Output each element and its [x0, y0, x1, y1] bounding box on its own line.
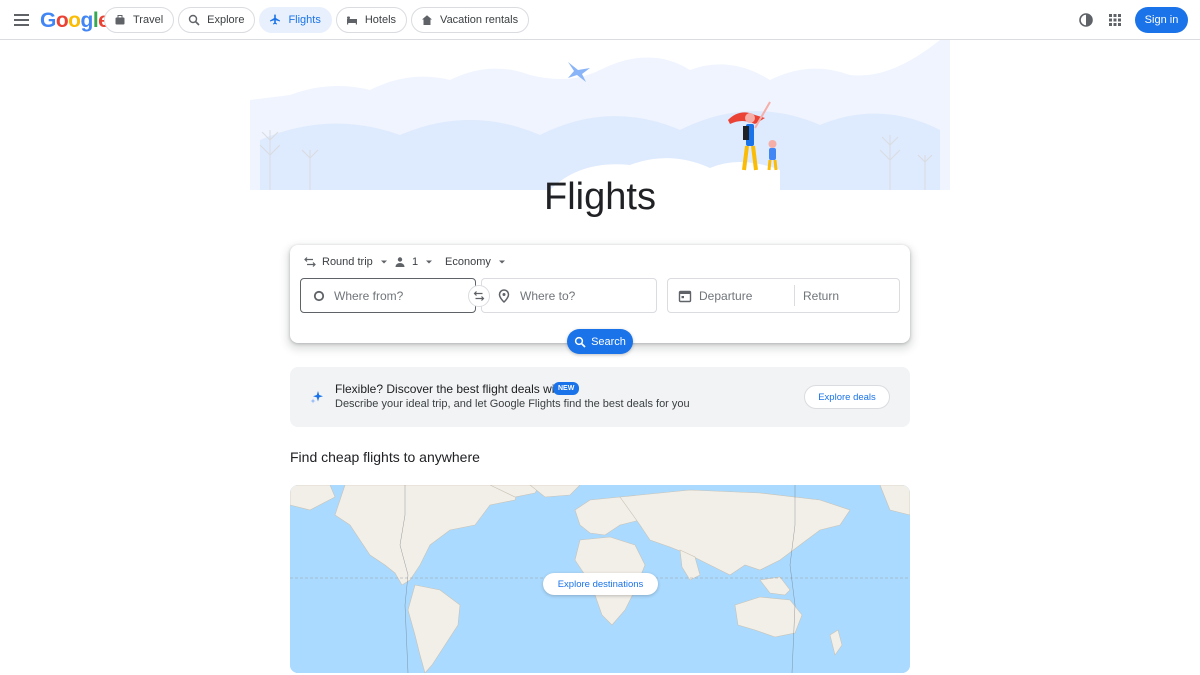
house-icon: [420, 13, 434, 27]
nav-tab-hotels[interactable]: Hotels: [335, 7, 408, 33]
cheap-flights-heading: Find cheap flights to anywhere: [290, 449, 480, 465]
ai-banner-title: Flexible? Discover the best flight deals…: [335, 382, 579, 396]
nav-tab-label: Travel: [133, 14, 164, 26]
location-pin-icon: [498, 288, 514, 303]
top-bar: Google Travel Explore Flights Hotels Vac…: [0, 0, 1200, 40]
ai-banner-description: Describe your ideal trip, and let Google…: [335, 398, 690, 410]
main-menu-icon[interactable]: [10, 8, 34, 32]
new-badge: NEW: [553, 382, 580, 395]
bed-icon: [345, 13, 359, 27]
theme-toggle-icon[interactable]: [1076, 10, 1096, 30]
page-title: Flights: [544, 176, 656, 218]
cabin-class-value: Economy: [445, 256, 491, 268]
sign-in-button[interactable]: Sign in: [1135, 7, 1188, 33]
ai-deals-banner: Flexible? Discover the best flight deals…: [290, 367, 910, 427]
date-range-picker: Departure Return: [667, 278, 900, 313]
google-logo[interactable]: Google: [40, 9, 110, 33]
passenger-count: 1: [412, 256, 419, 268]
destination-input[interactable]: Where to?: [481, 278, 657, 313]
departure-date-input[interactable]: Departure: [668, 279, 794, 312]
nav-tab-label: Hotels: [364, 14, 397, 26]
explore-deals-button[interactable]: Explore deals: [804, 385, 890, 409]
plane-icon: [268, 13, 282, 27]
origin-placeholder: Where from?: [334, 288, 404, 303]
search-icon: [574, 336, 586, 348]
nav-tab-flights[interactable]: Flights: [259, 7, 332, 33]
chevron-down-icon: [380, 260, 387, 264]
origin-circle-icon: [312, 289, 328, 303]
destination-placeholder: Where to?: [520, 288, 576, 303]
return-date-input[interactable]: Return: [795, 279, 899, 312]
hero-illustration: [250, 40, 950, 190]
search-button[interactable]: Search: [567, 329, 633, 354]
nav-tab-label: Vacation rentals: [440, 14, 519, 26]
nav-tab-label: Explore: [207, 14, 245, 26]
origin-input[interactable]: Where from?: [300, 278, 476, 313]
google-apps-icon[interactable]: [1105, 10, 1125, 30]
person-icon: [395, 257, 405, 267]
passengers-select[interactable]: 1: [394, 253, 434, 271]
swap-icon: [473, 291, 485, 301]
suitcase-icon: [113, 13, 127, 27]
nav-tab-label: Flights: [288, 14, 321, 26]
departure-placeholder: Departure: [699, 288, 753, 303]
trip-type-select[interactable]: Round trip: [304, 253, 389, 271]
nav-tab-vacation-rentals[interactable]: Vacation rentals: [411, 7, 530, 33]
search-button-label: Search: [591, 335, 626, 348]
chevron-down-icon: [498, 260, 505, 264]
chevron-down-icon: [426, 260, 433, 264]
trip-type-value: Round trip: [322, 256, 373, 268]
return-placeholder: Return: [803, 288, 840, 303]
explore-icon: [187, 13, 201, 27]
cabin-class-select[interactable]: Economy: [445, 253, 507, 271]
calendar-icon: [678, 290, 692, 302]
explore-destinations-button[interactable]: Explore destinations: [543, 573, 658, 595]
swap-arrows-icon: [304, 257, 316, 267]
product-nav: Travel Explore Flights Hotels Vacation r…: [104, 7, 530, 33]
nav-tab-explore[interactable]: Explore: [178, 7, 256, 33]
swap-locations-button[interactable]: [468, 285, 490, 307]
sparkle-icon: [310, 390, 324, 409]
nav-tab-travel[interactable]: Travel: [104, 7, 175, 33]
